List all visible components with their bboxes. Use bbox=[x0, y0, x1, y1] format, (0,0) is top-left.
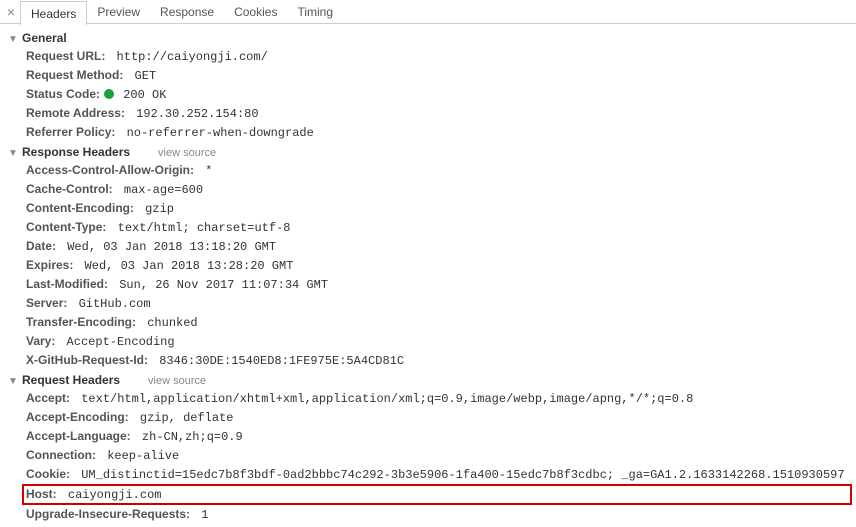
header-name: Date: bbox=[26, 239, 56, 253]
header-value: caiyongji.com bbox=[61, 488, 162, 502]
header-value: no-referrer-when-downgrade bbox=[119, 126, 313, 140]
section-title: General bbox=[22, 31, 67, 45]
tab-preview[interactable]: Preview bbox=[87, 0, 150, 24]
header-name: Content-Encoding: bbox=[26, 201, 134, 215]
tab-bar: × HeadersPreviewResponseCookiesTiming bbox=[0, 0, 856, 24]
header-row: User-Agent: Mozilla/5.0 (Windows NT 6.1;… bbox=[26, 524, 848, 527]
header-name: Accept-Language: bbox=[26, 429, 131, 443]
general-header-list: Request URL: http://caiyongji.com/Reques… bbox=[8, 47, 848, 142]
header-name: Upgrade-Insecure-Requests: bbox=[26, 507, 190, 521]
status-dot-icon bbox=[104, 89, 114, 99]
header-name: Accept-Encoding: bbox=[26, 410, 129, 424]
header-value: 192.30.252.154:80 bbox=[129, 107, 259, 121]
header-name: Remote Address: bbox=[26, 106, 125, 120]
tab-cookies[interactable]: Cookies bbox=[224, 0, 287, 24]
header-value: chunked bbox=[140, 316, 198, 330]
triangle-down-icon: ▼ bbox=[8, 376, 18, 387]
header-name: Access-Control-Allow-Origin: bbox=[26, 163, 194, 177]
header-row: Content-Encoding: gzip bbox=[26, 199, 848, 218]
header-row: Accept-Language: zh-CN,zh;q=0.9 bbox=[26, 427, 848, 446]
header-row: Date: Wed, 03 Jan 2018 13:18:20 GMT bbox=[26, 237, 848, 256]
headers-panel: ▼ General Request URL: http://caiyongji.… bbox=[0, 24, 856, 527]
header-name: Transfer-Encoding: bbox=[26, 315, 136, 329]
header-name: User-Agent: bbox=[26, 526, 95, 527]
header-value: Wed, 03 Jan 2018 13:28:20 GMT bbox=[77, 259, 293, 273]
header-value: GitHub.com bbox=[71, 297, 150, 311]
section-title: Request Headers bbox=[22, 373, 120, 387]
header-row: Referrer Policy: no-referrer-when-downgr… bbox=[26, 123, 848, 142]
header-value: * bbox=[198, 164, 212, 178]
section-title: Response Headers bbox=[22, 145, 130, 159]
header-value: 1 bbox=[194, 508, 208, 522]
header-value: zh-CN,zh;q=0.9 bbox=[135, 430, 243, 444]
header-name: Status Code: bbox=[26, 87, 100, 101]
header-row: Remote Address: 192.30.252.154:80 bbox=[26, 104, 848, 123]
header-row: Last-Modified: Sun, 26 Nov 2017 11:07:34… bbox=[26, 275, 848, 294]
header-value: Sun, 26 Nov 2017 11:07:34 GMT bbox=[112, 278, 328, 292]
triangle-down-icon: ▼ bbox=[8, 148, 18, 159]
header-row: Expires: Wed, 03 Jan 2018 13:28:20 GMT bbox=[26, 256, 848, 275]
section-general-header[interactable]: ▼ General bbox=[8, 28, 848, 47]
tab-headers[interactable]: Headers bbox=[20, 1, 87, 25]
header-row: Upgrade-Insecure-Requests: 1 bbox=[26, 505, 848, 524]
header-name: Vary: bbox=[26, 334, 55, 348]
header-value: text/html,application/xhtml+xml,applicat… bbox=[74, 392, 693, 406]
header-row: Content-Type: text/html; charset=utf-8 bbox=[26, 218, 848, 237]
header-value: gzip, deflate bbox=[133, 411, 234, 425]
view-source-link[interactable]: view source bbox=[158, 147, 216, 159]
header-name: Last-Modified: bbox=[26, 277, 108, 291]
header-name: Server: bbox=[26, 296, 67, 310]
header-value: 200 OK bbox=[104, 88, 166, 102]
header-value: UM_distinctid=15edc7b8f3bdf-0ad2bbbc74c2… bbox=[74, 468, 845, 482]
header-row: Accept: text/html,application/xhtml+xml,… bbox=[26, 389, 848, 408]
header-value: http://caiyongji.com/ bbox=[109, 50, 267, 64]
request-header-list: Accept: text/html,application/xhtml+xml,… bbox=[8, 389, 848, 527]
header-name: Expires: bbox=[26, 258, 73, 272]
tab-response[interactable]: Response bbox=[150, 0, 224, 24]
header-name: Host: bbox=[26, 487, 57, 501]
header-value: keep-alive bbox=[100, 449, 179, 463]
header-row: Transfer-Encoding: chunked bbox=[26, 313, 848, 332]
header-name: Cache-Control: bbox=[26, 182, 113, 196]
section-request-header[interactable]: ▼ Request Headers view source bbox=[8, 370, 848, 389]
header-name: Accept: bbox=[26, 391, 70, 405]
header-row: Server: GitHub.com bbox=[26, 294, 848, 313]
view-source-link[interactable]: view source bbox=[148, 375, 206, 387]
header-value: max-age=600 bbox=[117, 183, 203, 197]
header-row: Access-Control-Allow-Origin: * bbox=[26, 161, 848, 180]
header-value: 8346:30DE:1540ED8:1FE975E:5A4CD81C bbox=[152, 354, 404, 368]
header-row: Host: caiyongji.com bbox=[22, 484, 852, 505]
header-row: Request URL: http://caiyongji.com/ bbox=[26, 47, 848, 66]
header-name: Request URL: bbox=[26, 49, 105, 63]
close-icon[interactable]: × bbox=[2, 5, 20, 19]
header-value: GET bbox=[127, 69, 156, 83]
header-row: Cookie: UM_distinctid=15edc7b8f3bdf-0ad2… bbox=[26, 465, 848, 484]
header-name: Connection: bbox=[26, 448, 96, 462]
header-value: Accept-Encoding bbox=[59, 335, 174, 349]
section-response-header[interactable]: ▼ Response Headers view source bbox=[8, 142, 848, 161]
header-row: Status Code: 200 OK bbox=[26, 85, 848, 104]
header-value: text/html; charset=utf-8 bbox=[110, 221, 290, 235]
tab-timing[interactable]: Timing bbox=[287, 0, 343, 24]
header-row: Vary: Accept-Encoding bbox=[26, 332, 848, 351]
header-row: Connection: keep-alive bbox=[26, 446, 848, 465]
header-row: Cache-Control: max-age=600 bbox=[26, 180, 848, 199]
header-name: Referrer Policy: bbox=[26, 125, 115, 139]
header-name: Cookie: bbox=[26, 467, 70, 481]
header-value: gzip bbox=[138, 202, 174, 216]
triangle-down-icon: ▼ bbox=[8, 34, 18, 45]
header-row: Request Method: GET bbox=[26, 66, 848, 85]
header-value: Wed, 03 Jan 2018 13:18:20 GMT bbox=[60, 240, 276, 254]
response-header-list: Access-Control-Allow-Origin: *Cache-Cont… bbox=[8, 161, 848, 370]
header-name: X-GitHub-Request-Id: bbox=[26, 353, 148, 367]
header-row: Accept-Encoding: gzip, deflate bbox=[26, 408, 848, 427]
header-name: Content-Type: bbox=[26, 220, 106, 234]
header-row: X-GitHub-Request-Id: 8346:30DE:1540ED8:1… bbox=[26, 351, 848, 370]
header-name: Request Method: bbox=[26, 68, 123, 82]
